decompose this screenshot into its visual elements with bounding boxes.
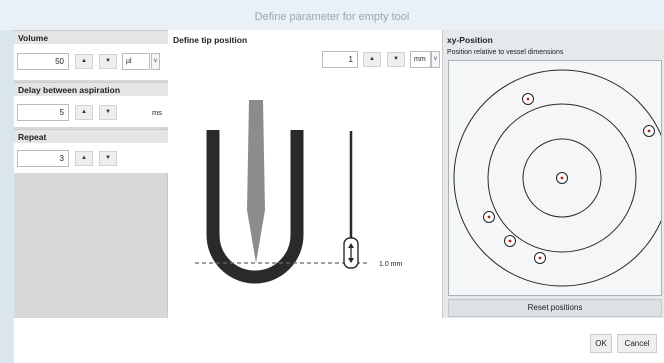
repeat-section: 3 ▲ ▼ (14, 143, 168, 173)
arrow-up-icon: ▲ (81, 155, 87, 161)
reset-positions-button[interactable]: Reset positions (448, 299, 662, 317)
vessel-top-view (453, 69, 664, 287)
position-marker[interactable] (643, 125, 655, 137)
volume-heading: Volume (14, 30, 168, 44)
delay-decrement-button[interactable]: ▼ (99, 105, 117, 120)
delay-section: 5 ▲ ▼ ms (14, 96, 168, 127)
xy-position-heading: xy-Position (447, 35, 493, 45)
volume-unit-select[interactable]: µl (122, 53, 150, 70)
repeat-input[interactable]: 3 (17, 150, 69, 167)
xy-position-canvas[interactable] (448, 60, 664, 296)
volume-decrement-button[interactable]: ▼ (99, 54, 117, 69)
depth-slider-handle[interactable] (343, 237, 359, 269)
chevron-down-icon: ∨ (153, 58, 158, 64)
dialog-title: Define parameter for empty tool (0, 0, 664, 30)
xy-position-panel: xy-Position Position relative to vessel … (443, 30, 664, 318)
cancel-button[interactable]: Cancel (617, 334, 657, 353)
arrow-up-icon: ▲ (81, 109, 87, 115)
arrow-up-icon: ▲ (81, 58, 87, 64)
delay-increment-button[interactable]: ▲ (75, 105, 93, 120)
delay-heading: Delay between aspiration (14, 82, 168, 96)
parameters-panel: Volume 50 ▲ ▼ µl ∨ Delay between aspirat… (14, 30, 168, 318)
position-marker[interactable] (504, 235, 516, 247)
xy-position-subtitle: Position relative to vessel dimensions (447, 49, 564, 56)
position-marker[interactable] (534, 252, 546, 264)
tip-position-diagram: 1.0 mm (195, 100, 403, 284)
position-marker[interactable] (522, 93, 534, 105)
dialog-footer: OK Cancel (14, 318, 664, 363)
ok-button[interactable]: OK (590, 334, 612, 353)
volume-unit-dropdown-button[interactable]: ∨ (151, 53, 160, 70)
position-marker[interactable] (483, 211, 495, 223)
position-marker[interactable] (556, 172, 568, 184)
volume-input[interactable]: 50 (17, 53, 69, 70)
repeat-increment-button[interactable]: ▲ (75, 151, 93, 166)
arrow-down-icon: ▼ (105, 109, 111, 115)
dialog-window: Volume 50 ▲ ▼ µl ∨ Delay between aspirat… (14, 30, 664, 363)
delay-unit-label: ms (152, 108, 162, 117)
repeat-heading: Repeat (14, 129, 168, 143)
repeat-decrement-button[interactable]: ▼ (99, 151, 117, 166)
pipette-tip (247, 100, 265, 263)
arrow-down-icon: ▼ (105, 155, 111, 161)
delay-input[interactable]: 5 (17, 104, 69, 121)
volume-increment-button[interactable]: ▲ (75, 54, 93, 69)
arrow-down-icon: ▼ (105, 58, 111, 64)
depth-marker-label: 1.0 mm (379, 261, 403, 268)
volume-section: 50 ▲ ▼ µl ∨ (14, 44, 168, 80)
tip-position-panel: Define tip position 1 ▲ ▼ mm ∨ 1.0 mm (168, 30, 443, 318)
